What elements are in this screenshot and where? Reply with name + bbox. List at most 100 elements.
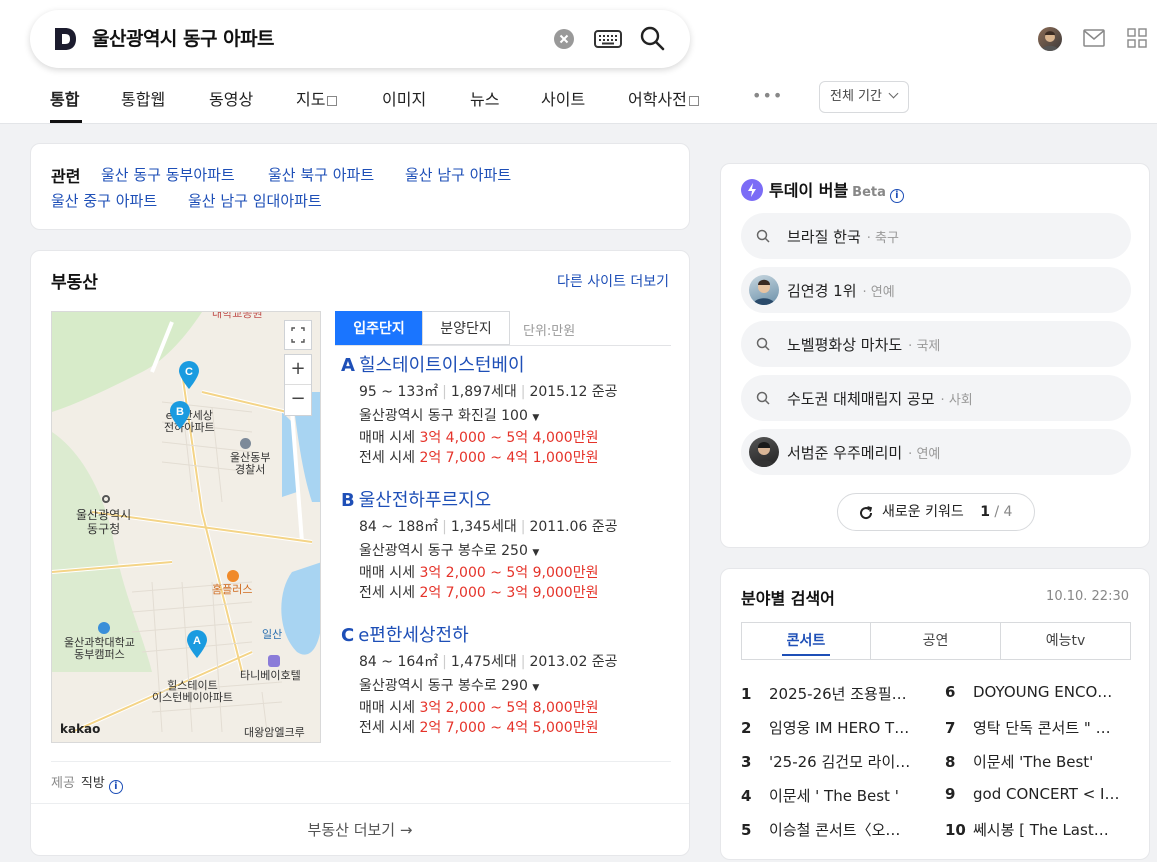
tab-sites[interactable]: 사이트: [541, 86, 585, 110]
office-poi-icon: [102, 495, 110, 503]
trending-keyword[interactable]: 노벨평화상 마차도 · 국제: [741, 321, 1131, 367]
clear-search-icon[interactable]: [554, 29, 574, 49]
svg-text:C: C: [185, 366, 193, 378]
trending-keyword[interactable]: 서범준 우주메리미 · 연예: [741, 429, 1131, 475]
more-tabs-button[interactable]: •••: [752, 86, 783, 105]
map-label: 울산광역시 동구청: [76, 508, 132, 536]
rank-item[interactable]: 10 쎄시봉 [ The Last…: [945, 819, 1125, 840]
sale-price-row: 매매 시세 3억 4,000 ~ 5억 4,000만원: [341, 428, 681, 448]
apartment-name: e편한세상전하: [358, 625, 469, 646]
related-link[interactable]: 울산 북구 아파트: [268, 164, 374, 185]
kakao-map-logo: kakao: [60, 722, 101, 736]
info-icon[interactable]: i: [108, 780, 123, 794]
rank-item[interactable]: 9 god CONCERT < IC…: [945, 785, 1125, 803]
tab-video[interactable]: 동영상: [209, 86, 253, 110]
zoom-out-button[interactable]: −: [285, 385, 311, 415]
rank-item[interactable]: 7 영탁 단독 콘서트 " …: [945, 717, 1125, 738]
tab-map[interactable]: 지도: [296, 86, 338, 110]
apartment-address-toggle[interactable]: 울산광역시 동구 봉수로 250 ▼: [341, 541, 681, 563]
mail-icon[interactable]: [1083, 29, 1105, 47]
zoom-in-button[interactable]: +: [285, 355, 311, 385]
update-timestamp: 10.10. 22:30: [1046, 589, 1129, 604]
related-link[interactable]: 울산 남구 아파트: [405, 164, 511, 185]
related-link[interactable]: 울산 동구 동부아파트: [101, 164, 235, 185]
period-filter-button[interactable]: 전체 기간: [819, 81, 909, 113]
apartment-address-toggle[interactable]: 울산광역시 동구 화진길 100 ▼: [341, 406, 681, 428]
sale-price-row: 매매 시세 3억 2,000 ~ 5억 9,000만원: [341, 563, 681, 583]
rank-item[interactable]: 3 '25-26 김건모 라이…: [741, 751, 921, 772]
daum-logo[interactable]: [52, 26, 78, 52]
related-link[interactable]: 울산 남구 임대아파트: [188, 190, 322, 211]
today-bubble-card: 투데이 버블 Beta i 브라질 한국 · 축구 김연경 1위 · 연예 노벨평화상 …: [720, 163, 1150, 548]
tab-integrated-web[interactable]: 통합웹: [121, 86, 165, 110]
map-label: 울산동부 경찰서: [230, 451, 271, 476]
apartment-address-toggle[interactable]: 울산광역시 동구 봉수로 290 ▼: [341, 676, 681, 698]
map-fullscreen-icon[interactable]: [284, 320, 312, 350]
keyword-category: · 축구: [866, 231, 899, 246]
tab-news[interactable]: 뉴스: [470, 86, 499, 110]
trending-keyword-text: 서범준 우주메리미 · 연예: [787, 442, 940, 463]
map-marker-a-icon[interactable]: A: [186, 629, 208, 659]
related-link[interactable]: 울산 중구 아파트: [51, 190, 157, 211]
tab-integrated[interactable]: 통합: [50, 86, 79, 110]
rank-item[interactable]: 4 이문세 ' The Best ': [741, 785, 921, 806]
apartment-name-link[interactable]: B 울산전하푸르지오: [341, 489, 681, 513]
sale-price: 3억 2,000 ~ 5억 8,000만원: [419, 700, 599, 716]
trending-keyword-text: 노벨평화상 마차도 · 국제: [787, 334, 940, 355]
tab-performance[interactable]: 공연: [870, 622, 1001, 660]
trending-keyword[interactable]: 수도권 대체매립지 공모 · 사회: [741, 375, 1131, 421]
today-bubble-title: 투데이 버블: [769, 181, 849, 200]
rank-number: 10: [945, 821, 966, 839]
rank-number: 9: [945, 785, 956, 803]
more-sites-link[interactable]: 다른 사이트 더보기: [557, 271, 669, 291]
trending-keyword-text: 김연경 1위 · 연예: [787, 280, 895, 301]
map-label: 일산: [262, 628, 283, 641]
real-estate-more-label: 부동산 더보기: [307, 821, 396, 839]
rank-number: 6: [945, 683, 956, 701]
apartment-item: A 힐스테이트이스턴베이 95 ~ 133㎡ | 1,897세대 | 2015.12 준공…: [341, 354, 681, 468]
jeonse-price: 2억 7,000 ~ 3억 9,000만원: [419, 585, 599, 601]
rank-item[interactable]: 1 2025-26년 조용필＆…: [741, 683, 921, 704]
map-zoom-control: + −: [284, 354, 312, 416]
beta-badge: Beta: [852, 185, 886, 200]
tab-resident-complex[interactable]: 입주단지: [335, 311, 423, 345]
tab-images[interactable]: 이미지: [382, 86, 426, 110]
rank-number: 4: [741, 787, 752, 805]
info-icon[interactable]: i: [889, 189, 904, 203]
tab-dictionary-label: 어학사전: [628, 90, 687, 109]
apartment-address: 울산광역시 동구 화진길 100: [359, 408, 528, 424]
rank-item[interactable]: 6 DOYOUNG ENCO…: [945, 683, 1125, 701]
rank-item[interactable]: 2 임영웅 IM HERO T…: [741, 717, 921, 738]
divider: [335, 345, 671, 346]
apartment-name-link[interactable]: A 힐스테이트이스턴베이: [341, 354, 681, 378]
search-box[interactable]: 울산광역시 동구 아파트: [30, 10, 690, 68]
keyboard-icon[interactable]: [594, 28, 622, 50]
tab-map-label: 지도: [296, 90, 326, 109]
apartment-completed: 2013.02 준공: [529, 654, 618, 670]
tab-sale-complex[interactable]: 분양단지: [422, 311, 510, 345]
tab-concert[interactable]: 콘서트: [741, 622, 871, 660]
tab-variety-tv[interactable]: 예능tv: [1000, 622, 1131, 660]
search-input[interactable]: 울산광역시 동구 아파트: [92, 25, 275, 53]
apartment-name-link[interactable]: Ce편한세상전하: [341, 624, 681, 648]
map-marker-c-icon[interactable]: C: [178, 360, 200, 390]
trending-keyword[interactable]: 김연경 1위 · 연예: [741, 267, 1131, 313]
real-estate-more-button[interactable]: 부동산 더보기 →: [31, 803, 689, 856]
rank-text: 이승철 콘서트〈오…: [769, 821, 901, 839]
apartment-name: 울산전하푸르지오: [358, 490, 492, 511]
search-icon[interactable]: [639, 25, 665, 51]
new-keywords-button[interactable]: 새로운 키워드 1 / 4: [837, 493, 1035, 531]
rank-item[interactable]: 5 이승철 콘서트〈오…: [741, 819, 921, 840]
user-avatar[interactable]: [1038, 27, 1062, 51]
rank-item[interactable]: 8 이문세 'The Best': [945, 751, 1125, 772]
apps-grid-icon[interactable]: [1127, 28, 1147, 48]
map-label: 홈플러스: [212, 583, 253, 596]
apartment-households: 1,475세대: [450, 654, 517, 670]
apartment-specs: 84 ~ 188㎡ | 1,345세대 | 2011.06 준공: [359, 519, 618, 535]
map-marker-b-icon[interactable]: B: [169, 400, 191, 430]
today-bubble-title-row: 투데이 버블 Beta i: [741, 177, 904, 203]
rank-number: 1: [741, 685, 752, 703]
trending-keyword[interactable]: 브라질 한국 · 축구: [741, 213, 1131, 259]
tab-dictionary[interactable]: 어학사전: [628, 86, 699, 110]
apartment-map[interactable]: 대학교공원 e편한세상 전하아파트 울산동부 경찰서 울산광역시 동구청 홈플러…: [51, 311, 321, 743]
